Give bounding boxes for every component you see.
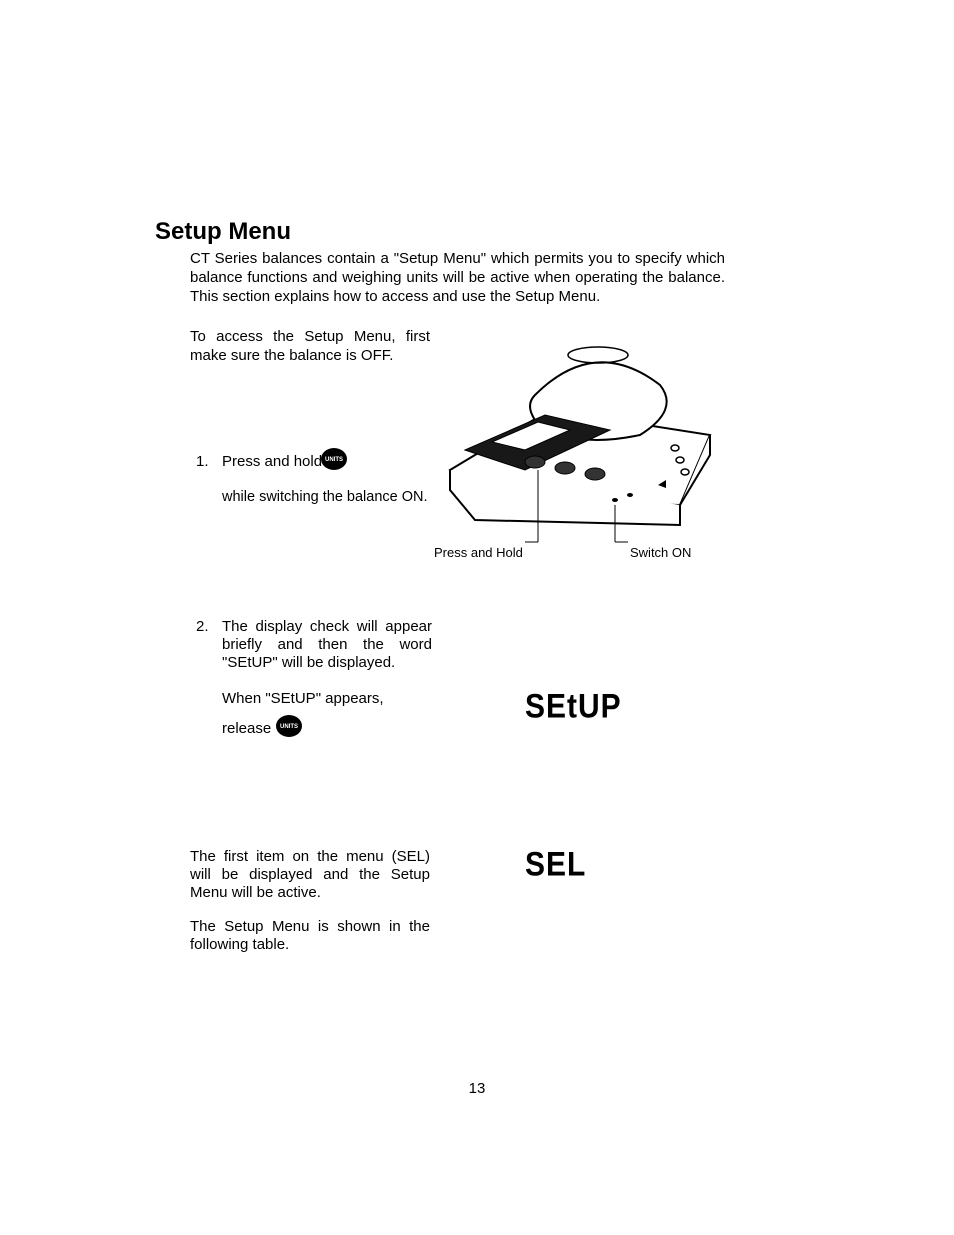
units-button-icon: UNITS bbox=[320, 447, 348, 476]
figure-label-switch-on: Switch ON bbox=[630, 545, 691, 560]
step-2-number: 2. bbox=[196, 618, 209, 635]
lcd-display-setup: SEtUP bbox=[525, 687, 622, 726]
units-button-icon: UNITS bbox=[275, 714, 303, 743]
step-1-number: 1. bbox=[196, 453, 209, 470]
page-number: 13 bbox=[0, 1080, 954, 1097]
section-heading: Setup Menu bbox=[155, 218, 291, 246]
figure-label-press-hold: Press and Hold bbox=[434, 545, 523, 560]
manual-page: Setup Menu CT Series balances contain a … bbox=[0, 0, 954, 1235]
step-3-text: The first item on the menu (SEL) will be… bbox=[190, 848, 430, 902]
access-instruction: To access the Setup Menu, first make sur… bbox=[190, 328, 430, 366]
step-4-text: The Setup Menu is shown in the following… bbox=[190, 918, 430, 954]
svg-text:UNITS: UNITS bbox=[280, 724, 298, 730]
svg-text:UNITS: UNITS bbox=[325, 457, 343, 463]
balance-illustration bbox=[430, 340, 730, 540]
lcd-display-sel: SEL bbox=[525, 845, 586, 884]
intro-paragraph: CT Series balances contain a "Setup Menu… bbox=[190, 250, 725, 306]
step-2-text-c: release bbox=[222, 720, 271, 737]
step-1-text-b: while switching the balance ON. bbox=[222, 489, 442, 505]
step-1-text-a: Press and hold bbox=[222, 453, 322, 470]
step-2-text-a: The display check will appear briefly an… bbox=[222, 618, 432, 672]
step-2-text-b: When "SEtUP" appears, bbox=[222, 690, 384, 707]
